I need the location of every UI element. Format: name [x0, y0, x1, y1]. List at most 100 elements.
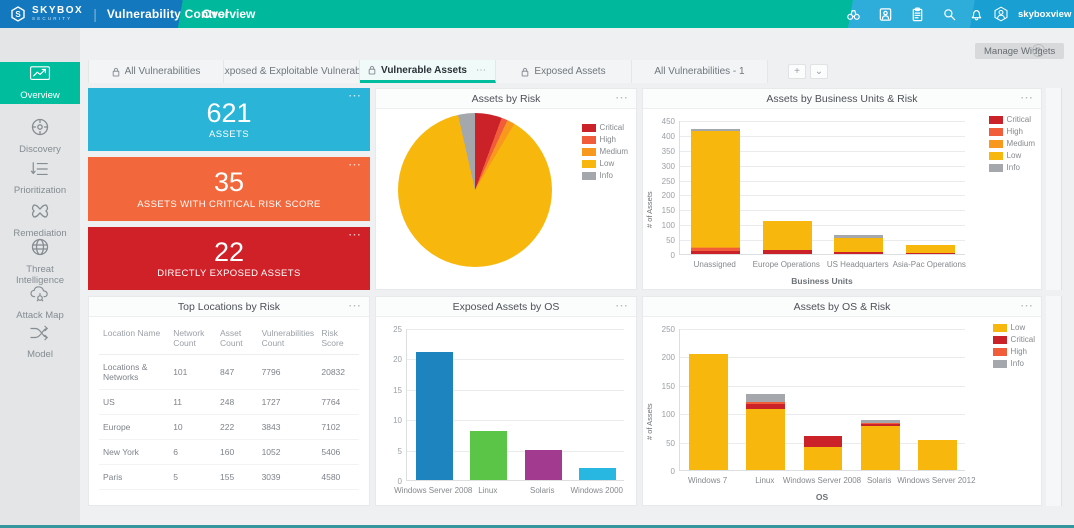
column-header-risk-score[interactable]: Risk Score	[317, 321, 359, 355]
legend-item-low[interactable]: Low	[988, 151, 1035, 160]
sidebar-item-discovery[interactable]: Discovery	[0, 116, 80, 156]
tab-all-vulnerabilities[interactable]: All Vulnerabilities	[88, 60, 224, 83]
manage-widgets-button[interactable]: Manage Widgets	[975, 43, 1065, 59]
avatar-hexagon-icon[interactable]	[993, 6, 1009, 22]
brand-name: SKYBOX	[32, 5, 84, 17]
brand[interactable]: S SKYBOX SECURITY | Vulnerability Contro…	[10, 0, 229, 28]
bar-segment-info[interactable]	[834, 235, 884, 239]
bar-segment-low[interactable]	[860, 425, 900, 470]
bar-segment-critical[interactable]	[762, 250, 812, 254]
widget-menu-icon[interactable]: ⋯	[615, 90, 629, 106]
table-row[interactable]: US 11 248 1727 7764	[99, 389, 359, 415]
tab-menu-icon[interactable]: ⋯	[476, 65, 487, 76]
widget-menu-icon[interactable]: ⋯	[348, 157, 362, 173]
legend-item-critical[interactable]: Critical	[992, 335, 1035, 344]
tab-exposed-assets[interactable]: Exposed Assets	[496, 60, 632, 83]
widget-menu-icon[interactable]: ⋯	[1020, 298, 1034, 314]
tab-all-vulnerabilities-1[interactable]: All Vulnerabilities - 1	[632, 60, 768, 83]
widget-menu-icon[interactable]: ⋯	[348, 227, 362, 243]
bar-segment-info[interactable]	[746, 394, 786, 402]
binoculars-icon[interactable]	[845, 6, 861, 22]
kpi-card-directly-exposed-assets[interactable]: ⋯ 22 DIRECTLY EXPOSED ASSETS	[88, 226, 370, 290]
widget-top-locations-by-risk: Top Locations by Risk ⋯ Location Name Netwo…	[88, 296, 370, 506]
legend-item-critical[interactable]: Critical	[988, 115, 1035, 124]
bar-segment-high[interactable]	[746, 401, 786, 404]
table-row[interactable]: Paris 5 155 3039 4580	[99, 464, 359, 490]
bar-segment-critical[interactable]	[905, 253, 955, 254]
username-label[interactable]: skyboxview	[1018, 9, 1071, 20]
bar-segment-critical[interactable]	[803, 435, 843, 448]
widget-header: Assets by Business Units & Risk ⋯	[643, 89, 1041, 109]
sidebar-item-label: Overview	[20, 89, 60, 101]
legend-item-critical[interactable]: Critical	[581, 123, 628, 132]
table-row[interactable]: New York 6 160 1052 5406	[99, 439, 359, 465]
bar-segment-low[interactable]	[689, 353, 729, 470]
widget-title: Assets by Business Units & Risk	[766, 92, 918, 105]
table-body: Locations & Networks 101 847 7796 20832 US 11 2…	[99, 354, 359, 490]
legend-item-low[interactable]: Low	[992, 323, 1035, 332]
search-icon[interactable]	[941, 6, 957, 22]
table-row[interactable]: Europe 10 222 3843 7102	[99, 414, 359, 440]
bar-segment-low[interactable]	[746, 408, 786, 470]
bar[interactable]	[470, 431, 508, 480]
y-axis-label: # of Assets	[645, 191, 654, 228]
bar-segment-low[interactable]	[905, 245, 955, 254]
column-header-location-name[interactable]: Location Name	[99, 321, 170, 355]
chart-plot-area	[406, 329, 624, 481]
bar[interactable]	[524, 449, 562, 480]
bar-segment-low[interactable]	[762, 221, 812, 251]
bar-segment-low[interactable]	[917, 440, 957, 470]
bar-segment-info[interactable]	[860, 420, 900, 423]
widget-menu-icon[interactable]: ⋯	[348, 88, 362, 104]
user-badge-icon[interactable]	[877, 6, 893, 22]
sidebar-item-model[interactable]: Model	[0, 322, 80, 362]
column-header-network-count[interactable]: Network Count	[169, 321, 216, 355]
legend-item-high[interactable]: High	[581, 135, 628, 144]
column-header-asset-count[interactable]: Asset Count	[215, 321, 258, 355]
sidebar-item-attack-map[interactable]: Attack Map	[0, 282, 80, 324]
table-row[interactable]: Locations & Networks 101 847 7796 20832	[99, 354, 359, 390]
bar[interactable]	[579, 467, 617, 480]
legend-item-info[interactable]: Info	[992, 359, 1035, 368]
bar-segment-low[interactable]	[834, 238, 884, 252]
bar-segment-low[interactable]	[803, 447, 843, 470]
y-tick-label: 25	[393, 325, 402, 334]
clipboard-icon[interactable]	[909, 6, 925, 22]
bar-segment-medium[interactable]	[691, 246, 741, 248]
bar-segment-critical[interactable]	[746, 403, 786, 409]
widget-menu-icon[interactable]: ⋯	[1020, 90, 1034, 106]
legend-item-medium[interactable]: Medium	[581, 147, 628, 156]
sidebar-item-prioritization[interactable]: Prioritization	[0, 158, 80, 198]
bar-segment-critical[interactable]	[691, 251, 741, 254]
add-tab-button[interactable]: +	[788, 64, 806, 79]
widget-menu-icon[interactable]: ⋯	[348, 298, 362, 314]
sidebar-item-remediation[interactable]: Remediation	[0, 200, 80, 240]
bar-segment-critical[interactable]	[834, 251, 884, 254]
tab-exposed-exploitable-vulnerabiliti[interactable]: Exposed & Exploitable Vulnerabiliti..	[224, 60, 360, 83]
legend-item-high[interactable]: High	[992, 347, 1035, 356]
bar-segment-low[interactable]	[691, 131, 741, 247]
legend-item-high[interactable]: High	[988, 127, 1035, 136]
legend-item-low[interactable]: Low	[581, 159, 628, 168]
kpi-card-assets-with-critical-risk-score[interactable]: ⋯ 35 ASSETS WITH CRITICAL RISK SCORE	[88, 157, 370, 221]
sidebar-item-overview[interactable]: Overview	[0, 62, 80, 104]
sidebar-item-threat-intelligence[interactable]: Threat Intelligence	[0, 238, 80, 286]
kpi-card-assets[interactable]: ⋯ 621 ASSETS	[88, 88, 370, 152]
bar-segment-high[interactable]	[860, 422, 900, 424]
pie-chart-assets-by-risk[interactable]	[398, 113, 552, 267]
column-header-vulnerabilities-count[interactable]: Vulnerabilities Count	[257, 321, 318, 355]
widget-menu-icon[interactable]: ⋯	[615, 298, 629, 314]
bar-segment-high[interactable]	[691, 247, 741, 252]
bar[interactable]	[415, 352, 453, 480]
x-tick-label: Windows 2000	[570, 486, 623, 495]
bell-icon[interactable]	[968, 6, 984, 22]
tab-vulnerable-assets[interactable]: Vulnerable Assets ⋯	[360, 60, 496, 83]
tab-dropdown-button[interactable]: ⌄	[810, 64, 828, 79]
brand-subname: SECURITY	[32, 16, 73, 22]
bar-segment-info[interactable]	[691, 128, 741, 132]
help-icon[interactable]: ?	[1032, 44, 1045, 57]
legend-item-info[interactable]: Info	[988, 163, 1035, 172]
bar-segment-critical[interactable]	[860, 424, 900, 426]
legend-item-medium[interactable]: Medium	[988, 139, 1035, 148]
legend-item-info[interactable]: Info	[581, 171, 628, 180]
